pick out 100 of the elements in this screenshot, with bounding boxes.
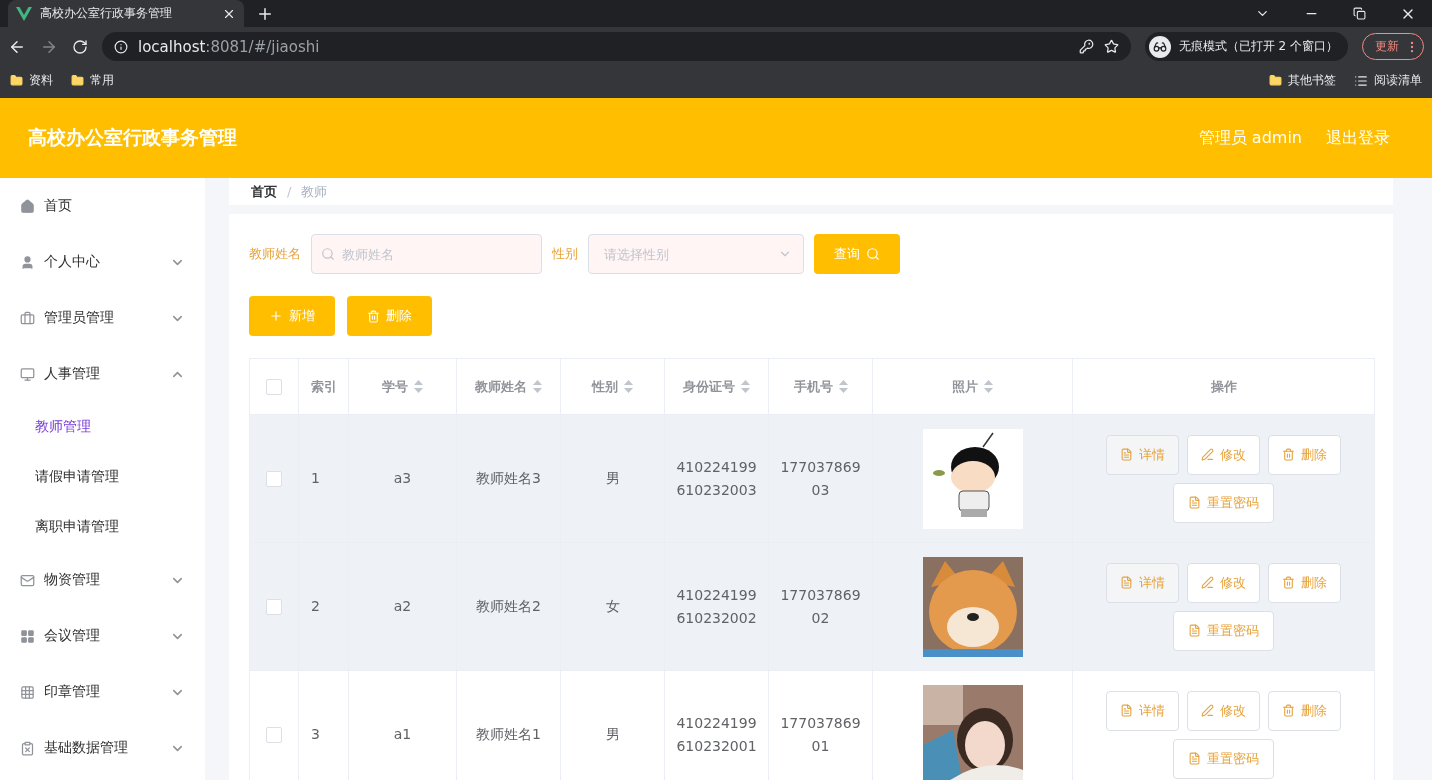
document-icon — [1188, 624, 1201, 637]
trash-icon — [367, 309, 380, 323]
table-cell-text: 教师姓名3 — [476, 469, 541, 488]
column-header[interactable]: 性别 — [592, 377, 633, 396]
address-bar[interactable]: localhost:8081/#/jiaoshi — [102, 32, 1131, 61]
checkbox[interactable] — [266, 470, 282, 487]
delete-button[interactable]: 删除 — [1268, 690, 1341, 731]
document-icon — [1120, 576, 1133, 589]
column-header[interactable]: 照片 — [952, 377, 993, 396]
folder-icon — [1269, 74, 1282, 87]
key-icon[interactable] — [1078, 39, 1094, 54]
edit-button[interactable]: 修改 — [1187, 690, 1260, 731]
column-header[interactable]: 身份证号 — [683, 377, 750, 396]
edit-button[interactable]: 修改 — [1187, 434, 1260, 475]
submenu-item[interactable]: 教师管理 — [0, 402, 205, 452]
sort-icon[interactable] — [741, 380, 750, 393]
checkbox[interactable] — [266, 726, 282, 743]
reset-password-button[interactable]: 重置密码 — [1173, 610, 1274, 651]
table-cell-text: a3 — [393, 469, 412, 488]
bookmark[interactable]: 资料 — [10, 72, 53, 89]
logout-link[interactable]: 退出登录 — [1326, 127, 1390, 149]
table-cell-text: 2 — [311, 597, 320, 616]
add-button[interactable]: 新增 — [249, 296, 335, 336]
folder-icon — [10, 74, 23, 87]
menu-item[interactable]: 个人中心 — [0, 234, 205, 290]
name-search-field[interactable]: 教师姓名 — [311, 234, 542, 274]
edit-button[interactable]: 修改 — [1187, 562, 1260, 603]
pen-icon — [1201, 704, 1214, 717]
document-icon — [1120, 448, 1133, 461]
menu-item[interactable]: 会议管理 — [0, 608, 205, 664]
sort-icon[interactable] — [838, 380, 848, 393]
submenu-item[interactable]: 请假申请管理 — [0, 452, 205, 502]
checkbox[interactable] — [266, 598, 282, 615]
list-icon — [1354, 73, 1368, 88]
trash-icon — [1282, 576, 1295, 589]
new-tab-icon[interactable] — [256, 5, 274, 23]
home-icon — [20, 198, 35, 214]
menu-item[interactable]: 人事管理 — [0, 346, 205, 402]
detail-button[interactable]: 详情 — [1106, 562, 1179, 603]
pen-icon — [1201, 448, 1214, 461]
sort-icon[interactable] — [984, 380, 993, 393]
restore-icon[interactable] — [1353, 7, 1366, 20]
breadcrumb-item[interactable]: 首页 — [251, 182, 277, 201]
gender-select[interactable]: 请选择性别 — [588, 234, 804, 274]
table-cell-text: 教师姓名1 — [476, 725, 541, 744]
search-button[interactable]: 查询 — [814, 234, 900, 274]
reading-list[interactable]: 阅读清单 — [1354, 72, 1422, 89]
menu-item[interactable]: 印章管理 — [0, 664, 205, 720]
browser-tab[interactable]: 高校办公室行政事务管理 — [8, 0, 244, 27]
star-icon[interactable] — [1103, 39, 1119, 54]
sort-icon[interactable] — [414, 380, 423, 393]
checkbox[interactable] — [266, 378, 282, 395]
table-cell-text: 17703786903 — [779, 457, 862, 500]
detail-button[interactable]: 详情 — [1106, 690, 1179, 731]
field-label: 性别 — [552, 245, 578, 263]
table-cell-text: 男 — [605, 725, 620, 744]
pen-icon — [1201, 576, 1214, 589]
column-header: 索引 — [310, 377, 337, 396]
table-cell-text: 3 — [311, 725, 320, 744]
incognito-indicator[interactable]: 无痕模式（已打开 2 个窗口） — [1144, 32, 1348, 61]
menu-item[interactable]: 物资管理 — [0, 552, 205, 608]
user-link[interactable]: 管理员 admin — [1198, 127, 1302, 149]
bookmark[interactable]: 常用 — [71, 72, 114, 89]
submenu-item[interactable]: 离职申请管理 — [0, 502, 205, 552]
delete-button[interactable]: 删除 — [347, 296, 432, 336]
sort-icon[interactable] — [533, 380, 542, 393]
table-cell-text: 410224199610232003 — [675, 457, 758, 500]
reset-password-button[interactable]: 重置密码 — [1173, 482, 1274, 523]
menu-item[interactable]: 首页 — [0, 178, 205, 234]
document-icon — [1188, 752, 1201, 765]
app-title: 高校办公室行政事务管理 — [28, 125, 237, 150]
column-header[interactable]: 手机号 — [793, 377, 848, 396]
delete-button[interactable]: 删除 — [1268, 434, 1341, 475]
reload-icon[interactable] — [72, 38, 88, 55]
grid-icon — [20, 628, 35, 644]
table-cell-text: 17703786902 — [779, 585, 862, 628]
incognito-icon — [1148, 35, 1171, 58]
field-label: 教师姓名 — [249, 245, 301, 263]
plus-icon — [269, 309, 283, 323]
column-header[interactable]: 教师姓名 — [475, 377, 542, 396]
menu-item[interactable]: 管理员管理 — [0, 290, 205, 346]
grid-icon — [20, 684, 35, 700]
breadcrumb-separator: / — [287, 184, 292, 199]
detail-button[interactable]: 详情 — [1106, 434, 1179, 475]
search-icon — [321, 247, 335, 261]
briefcase-icon — [20, 310, 35, 326]
delete-button[interactable]: 删除 — [1268, 562, 1341, 603]
folder-icon — [71, 74, 84, 87]
column-header[interactable]: 学号 — [382, 377, 423, 396]
breadcrumb-item[interactable]: 教师 — [301, 182, 328, 201]
sort-icon[interactable] — [624, 380, 633, 393]
bookmark[interactable]: 其他书签 — [1269, 72, 1336, 89]
monitor-icon — [20, 366, 35, 382]
table-cell-text: 教师姓名2 — [476, 597, 541, 616]
reset-password-button[interactable]: 重置密码 — [1173, 738, 1274, 779]
table-cell-text: 410224199610232002 — [675, 585, 758, 628]
table-cell-text: 女 — [605, 597, 620, 616]
document-icon — [1188, 496, 1201, 509]
menu-item[interactable]: 基础数据管理 — [0, 720, 205, 776]
clipboard-icon — [20, 740, 35, 756]
